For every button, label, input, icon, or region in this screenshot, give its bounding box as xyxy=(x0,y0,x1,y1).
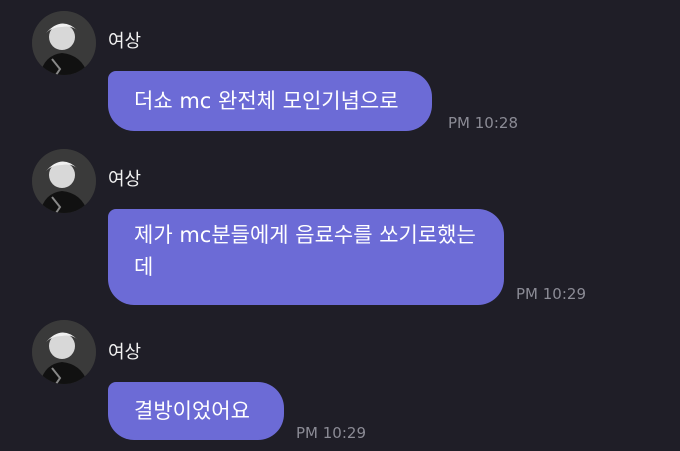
profile-photo-icon xyxy=(32,320,96,384)
avatar[interactable] xyxy=(32,11,96,75)
profile-photo-icon xyxy=(32,149,96,213)
message-timestamp: PM 10:29 xyxy=(296,424,366,442)
sender-name: 여상 xyxy=(108,31,142,52)
sender-name: 여상 xyxy=(108,169,142,190)
sender-name: 여상 xyxy=(108,342,142,363)
chat-message: 여상 제가 mc분들에게 음료수를 쏘기로했는데 PM 10:29 xyxy=(0,140,680,310)
avatar[interactable] xyxy=(32,320,96,384)
message-timestamp: PM 10:28 xyxy=(448,114,518,132)
avatar[interactable] xyxy=(32,149,96,213)
chat-message: 여상 결방이었어요 PM 10:29 xyxy=(0,310,680,451)
message-bubble[interactable]: 제가 mc분들에게 음료수를 쏘기로했는데 xyxy=(108,209,504,305)
profile-photo-icon xyxy=(32,11,96,75)
message-bubble[interactable]: 더쇼 mc 완전체 모인기념으로 xyxy=(108,71,432,131)
message-bubble[interactable]: 결방이었어요 xyxy=(108,382,284,440)
chat-message: 여상 더쇼 mc 완전체 모인기념으로 PM 10:28 xyxy=(0,0,680,140)
message-timestamp: PM 10:29 xyxy=(516,285,586,303)
